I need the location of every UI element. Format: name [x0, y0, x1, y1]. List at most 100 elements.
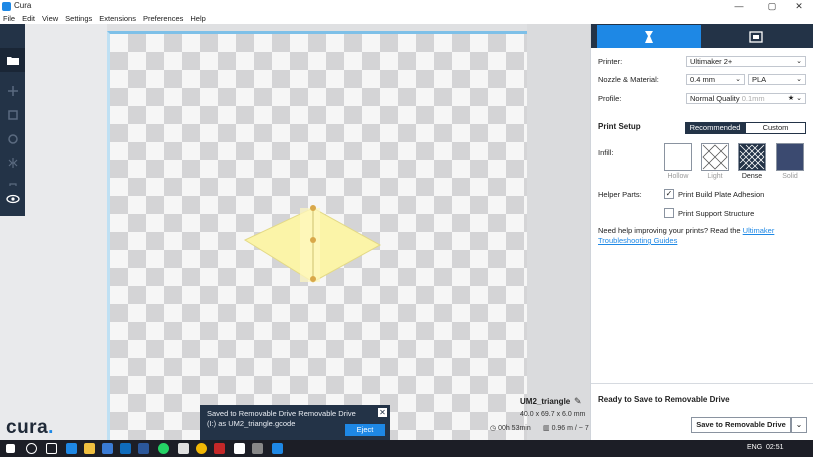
file-explorer-icon[interactable]: [84, 443, 95, 454]
help-text-body: Need help improving your prints? Read th…: [598, 226, 743, 235]
build-plate-adhesion-label: Print Build Plate Adhesion: [678, 190, 765, 199]
model-name: UM2_triangle: [520, 397, 571, 406]
printer-value: Ultimaker 2+: [690, 57, 733, 66]
divider: [591, 383, 813, 384]
tab-prepare[interactable]: [597, 25, 701, 48]
notification-close-icon[interactable]: ✕: [378, 408, 387, 417]
app-gray-icon[interactable]: [252, 443, 263, 454]
cura-app-icon: [2, 2, 11, 11]
printer-label: Printer:: [598, 57, 623, 66]
help-text: Need help improving your prints? Read th…: [598, 226, 803, 246]
view-mode-button[interactable]: [0, 186, 25, 212]
model-um2-triangle[interactable]: [240, 200, 385, 285]
rotate-icon: [7, 134, 18, 144]
material-select[interactable]: PLA ⌄: [748, 74, 806, 85]
nozzle-material-label: Nozzle & Material:: [598, 75, 659, 84]
print-setup-title: Print Setup: [598, 122, 641, 131]
title-bar: Cura — ▢ ✕: [0, 0, 813, 13]
windows-taskbar: ENG 02:51: [0, 440, 813, 457]
logo-dot: .: [48, 417, 54, 438]
print-nozzle-icon: [645, 30, 653, 43]
profile-layer-height: 0.1mm: [741, 94, 765, 103]
recommended-mode-button[interactable]: Recommended: [685, 122, 745, 134]
menu-view[interactable]: View: [42, 13, 58, 24]
print-time-value: 00h 53min: [498, 425, 531, 432]
helper-parts-label: Helper Parts:: [598, 190, 642, 199]
build-plate-adhesion-checkbox[interactable]: ✓: [664, 189, 674, 199]
support-structure-checkbox[interactable]: [664, 208, 674, 218]
menu-file[interactable]: File: [3, 13, 15, 24]
app-icon[interactable]: [178, 443, 189, 454]
app-white-icon[interactable]: [234, 443, 245, 454]
app-red-icon[interactable]: [214, 443, 225, 454]
menu-settings[interactable]: Settings: [65, 13, 92, 24]
infill-solid-label: Solid: [782, 173, 798, 180]
folder-open-icon: [6, 56, 19, 65]
nozzle-select[interactable]: 0.4 mm ⌄: [686, 74, 745, 85]
star-dropdown-icon: ★ ⌄: [787, 95, 802, 102]
eye-icon: [5, 194, 20, 204]
infill-solid-option[interactable]: [776, 143, 804, 171]
filament-spool-icon: ▥: [543, 425, 552, 432]
cura-logo: cura.: [6, 417, 54, 439]
move-tool-button[interactable]: [0, 80, 25, 102]
move-icon: [7, 86, 18, 96]
windows-start-icon[interactable]: [6, 444, 15, 453]
menu-preferences[interactable]: Preferences: [143, 13, 183, 24]
store-icon[interactable]: [102, 443, 113, 454]
clock-icon: ◷: [490, 425, 499, 432]
clock[interactable]: 02:51: [766, 444, 784, 451]
open-file-button[interactable]: [0, 48, 25, 72]
infill-dense-option[interactable]: [738, 143, 766, 171]
menu-extensions[interactable]: Extensions: [99, 13, 136, 24]
chrome-icon[interactable]: [196, 443, 207, 454]
printer-select[interactable]: Ultimaker 2+ ⌄: [686, 56, 806, 67]
notification-message: Saved to Removable Drive Removable Drive…: [207, 409, 356, 428]
minimize-button[interactable]: —: [724, 0, 754, 13]
scale-tool-button[interactable]: [0, 104, 25, 126]
infill-dense-icon: [739, 144, 765, 170]
close-window-button[interactable]: ✕: [784, 0, 813, 13]
chevron-down-icon: ⌄: [735, 76, 741, 83]
infill-light-icon: [702, 144, 728, 170]
infill-hollow-label: Hollow: [667, 173, 689, 180]
save-options-dropdown[interactable]: ⌄: [791, 417, 807, 433]
save-to-removable-drive-button[interactable]: Save to Removable Drive: [691, 417, 791, 433]
cura-taskbar-icon[interactable]: [272, 443, 283, 454]
custom-mode-button[interactable]: Custom: [745, 122, 806, 134]
infill-light-option[interactable]: [701, 143, 729, 171]
infill-label: Infill:: [598, 148, 614, 157]
settings-sidebar: Printer: Ultimaker 2+ ⌄ Nozzle & Material…: [590, 24, 813, 440]
support-structure-label: Print Support Structure: [678, 209, 755, 218]
mirror-tool-button[interactable]: [0, 152, 25, 174]
ready-status-text: Ready to Save to Removable Drive: [598, 395, 730, 404]
edge-icon[interactable]: [66, 443, 77, 454]
chevron-down-icon: ⌄: [796, 76, 802, 83]
task-view-icon[interactable]: [46, 443, 57, 454]
nozzle-value: 0.4 mm: [690, 75, 716, 84]
word-icon[interactable]: [138, 443, 149, 454]
infill-hollow-option[interactable]: [664, 143, 692, 171]
rotate-tool-button[interactable]: [0, 128, 25, 150]
whatsapp-icon[interactable]: [158, 443, 169, 454]
model-dimensions: 40.0 x 69.7 x 6.0 mm: [520, 411, 586, 418]
save-notification: Saved to Removable Drive Removable Drive…: [200, 405, 390, 441]
mirror-icon: [8, 158, 17, 168]
menu-help[interactable]: Help: [190, 13, 205, 24]
scale-icon: [7, 110, 18, 120]
maximize-button[interactable]: ▢: [757, 0, 787, 13]
sidebar-tabs: [591, 24, 813, 48]
tab-monitor[interactable]: [703, 25, 808, 48]
edit-name-pencil-icon[interactable]: ✎: [574, 396, 582, 407]
material-value: PLA: [752, 75, 767, 84]
outlook-icon[interactable]: [120, 443, 131, 454]
menu-edit[interactable]: Edit: [22, 13, 35, 24]
chevron-down-icon: ⌄: [795, 420, 803, 429]
menu-bar: File Edit View Settings Extensions Prefe…: [0, 13, 813, 24]
input-language[interactable]: ENG: [747, 444, 762, 451]
infill-dense-label: Dense: [741, 173, 763, 180]
search-icon[interactable]: [26, 443, 37, 454]
eject-button[interactable]: Eject: [345, 424, 385, 436]
window-title: Cura: [14, 1, 32, 10]
profile-select[interactable]: Normal Quality 0.1mm ★ ⌄: [686, 93, 806, 104]
